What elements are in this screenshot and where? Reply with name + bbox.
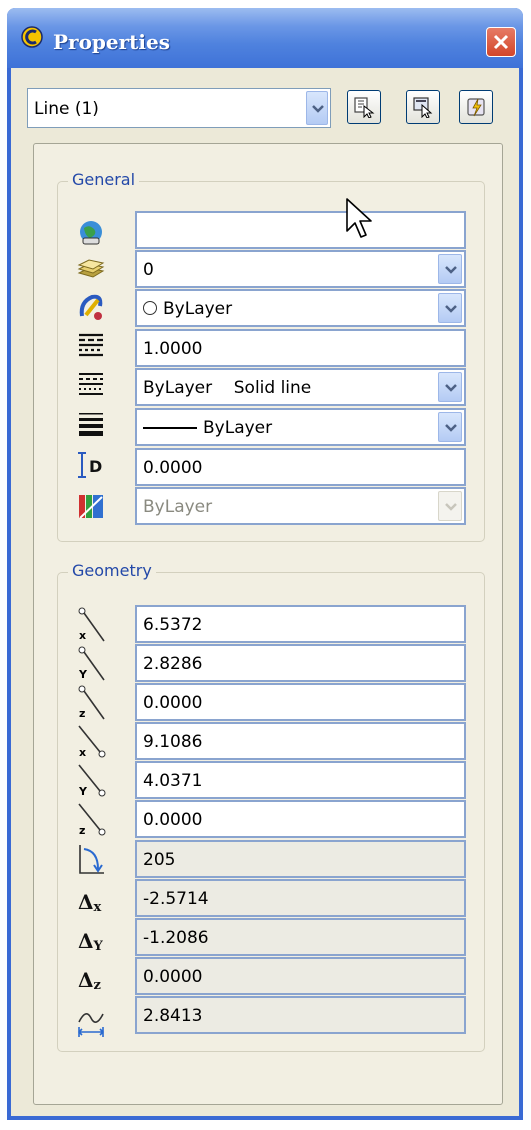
start-x-field[interactable]: 6.5372 bbox=[135, 605, 466, 643]
end-z-value: 0.0000 bbox=[143, 810, 203, 830]
color-dropdown-button[interactable] bbox=[438, 293, 462, 323]
lineweight-sample-icon bbox=[143, 427, 197, 429]
chevron-down-icon bbox=[445, 424, 457, 432]
general-row-color-field[interactable] bbox=[135, 211, 466, 249]
linetype-value-text: ByLayer bbox=[143, 378, 213, 398]
end-z-icon: z bbox=[78, 803, 106, 837]
layer-select[interactable]: 0 bbox=[135, 250, 466, 288]
geometry-legend: Geometry bbox=[68, 561, 156, 580]
svg-text:z: z bbox=[79, 824, 85, 837]
length-icon bbox=[77, 1013, 105, 1037]
delta-x-icon: Δx bbox=[78, 890, 102, 915]
layer-value: 0 bbox=[143, 260, 154, 280]
start-y-field[interactable]: 2.8286 bbox=[135, 644, 466, 682]
color-icon bbox=[79, 294, 103, 320]
title-bar[interactable]: Properties bbox=[7, 8, 523, 68]
end-x-value: 9.1086 bbox=[143, 732, 203, 752]
linetype-value: ByLayer Solid line bbox=[143, 378, 311, 398]
chevron-down-icon bbox=[312, 105, 324, 113]
chevron-down-icon bbox=[445, 305, 457, 313]
color-value-text: ByLayer bbox=[163, 299, 233, 319]
toggle-pickadd-icon bbox=[467, 98, 485, 117]
chevron-down-icon bbox=[445, 266, 457, 274]
linetype-icon bbox=[79, 373, 103, 395]
delta-z-value: 0.0000 bbox=[143, 967, 203, 987]
lineweight-icon bbox=[79, 413, 103, 436]
delta-z-field: 0.0000 bbox=[135, 957, 466, 995]
select-objects-icon bbox=[413, 97, 433, 118]
end-y-field[interactable]: 4.0371 bbox=[135, 761, 466, 799]
start-z-field[interactable]: 0.0000 bbox=[135, 683, 466, 721]
quick-select-button[interactable] bbox=[347, 90, 381, 124]
general-legend: General bbox=[68, 170, 140, 189]
delta-z-icon: Δz bbox=[78, 968, 101, 993]
plot-style-dropdown-button bbox=[438, 491, 462, 521]
quick-select-icon bbox=[354, 97, 375, 118]
lineweight-dropdown-button[interactable] bbox=[438, 412, 462, 442]
length-field: 2.8413 bbox=[135, 996, 466, 1034]
close-button[interactable] bbox=[486, 27, 516, 57]
window-title: Properties bbox=[53, 30, 170, 54]
object-type-dropdown-button[interactable] bbox=[306, 91, 328, 125]
delta-x-value: -2.5714 bbox=[143, 889, 209, 909]
color-select[interactable]: ByLayer bbox=[135, 289, 466, 327]
toggle-pickadd-button[interactable] bbox=[459, 90, 493, 124]
bylayer-circle-icon bbox=[143, 301, 157, 315]
linetype-scale-field[interactable]: 1.0000 bbox=[135, 329, 466, 367]
lineweight-value: ByLayer bbox=[143, 418, 272, 438]
layer-icon bbox=[77, 259, 105, 278]
linetype-dropdown-button[interactable] bbox=[438, 372, 462, 402]
color-value: ByLayer bbox=[143, 299, 232, 319]
linetype-scale-icon bbox=[79, 333, 103, 357]
thickness-value: 0.0000 bbox=[143, 458, 203, 478]
lineweight-value-text: ByLayer bbox=[203, 418, 273, 438]
select-objects-button[interactable] bbox=[406, 90, 440, 124]
delta-y-icon: ΔY bbox=[78, 929, 103, 954]
angle-icon bbox=[79, 845, 104, 874]
end-x-field[interactable]: 9.1086 bbox=[135, 722, 466, 760]
svg-text:x: x bbox=[79, 629, 86, 642]
lineweight-select[interactable]: ByLayer bbox=[135, 408, 466, 446]
plot-style-select: ByLayer bbox=[135, 487, 466, 525]
object-type-select[interactable]: Line (1) bbox=[27, 88, 331, 128]
delta-y-field: -1.2086 bbox=[135, 918, 466, 956]
plot-style-icon bbox=[79, 495, 103, 519]
layer-dropdown-button[interactable] bbox=[438, 254, 462, 284]
thickness-icon: D bbox=[76, 450, 106, 480]
end-y-value: 4.0371 bbox=[143, 771, 203, 791]
plot-style-value: ByLayer bbox=[143, 497, 213, 517]
chevron-down-icon bbox=[445, 503, 457, 511]
object-type-value: Line (1) bbox=[34, 99, 99, 119]
linetype-scale-value: 1.0000 bbox=[143, 339, 203, 359]
svg-text:Y: Y bbox=[78, 785, 88, 798]
svg-text:z: z bbox=[79, 707, 85, 720]
app-logo-icon bbox=[21, 26, 43, 48]
chevron-down-icon bbox=[445, 384, 457, 392]
end-z-field[interactable]: 0.0000 bbox=[135, 800, 466, 838]
start-y-value: 2.8286 bbox=[143, 654, 203, 674]
close-icon bbox=[493, 34, 509, 50]
color-globe-icon bbox=[80, 221, 102, 245]
svg-text:D: D bbox=[89, 457, 102, 476]
linetype-description: Solid line bbox=[233, 378, 312, 398]
start-z-icon: z bbox=[78, 685, 105, 720]
svg-text:x: x bbox=[79, 746, 86, 759]
delta-y-value: -1.2086 bbox=[143, 928, 209, 948]
start-z-value: 0.0000 bbox=[143, 693, 203, 713]
mouse-cursor-icon bbox=[346, 198, 372, 238]
delta-x-field: -2.5714 bbox=[135, 879, 466, 917]
angle-value: 205 bbox=[143, 850, 176, 870]
end-x-icon: x bbox=[78, 725, 106, 759]
thickness-field[interactable]: 0.0000 bbox=[135, 448, 466, 486]
start-y-icon: Y bbox=[78, 646, 105, 681]
length-value: 2.8413 bbox=[143, 1006, 203, 1026]
start-x-value: 6.5372 bbox=[143, 615, 203, 635]
linetype-select[interactable]: ByLayer Solid line bbox=[135, 368, 466, 406]
angle-field: 205 bbox=[135, 840, 466, 878]
start-x-icon: x bbox=[78, 607, 105, 642]
svg-text:Y: Y bbox=[78, 668, 88, 681]
end-y-icon: Y bbox=[78, 764, 106, 798]
